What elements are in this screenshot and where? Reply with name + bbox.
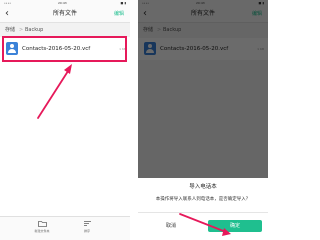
bottom-toolbar: 新建文件夹 排序 [0, 216, 130, 240]
new-folder-icon [37, 221, 47, 227]
right-phone-screen: •••• 20:43 ■ ▮ ‹ 所有文件 编辑 存储 > Backup Con… [138, 0, 268, 240]
sort-label: 排序 [83, 229, 90, 233]
new-folder-button[interactable]: 新建文件夹 [30, 220, 54, 234]
left-phone-screen: •••• 20:43 ■ ▮ ‹ 所有文件 编辑 存储 > Backup Con… [0, 0, 130, 240]
sort-icon [83, 221, 91, 226]
annotation-arrow [179, 213, 231, 236]
new-folder-label: 新建文件夹 [34, 229, 50, 233]
sort-button[interactable]: 排序 [75, 220, 99, 234]
annotation-arrow [37, 64, 72, 119]
